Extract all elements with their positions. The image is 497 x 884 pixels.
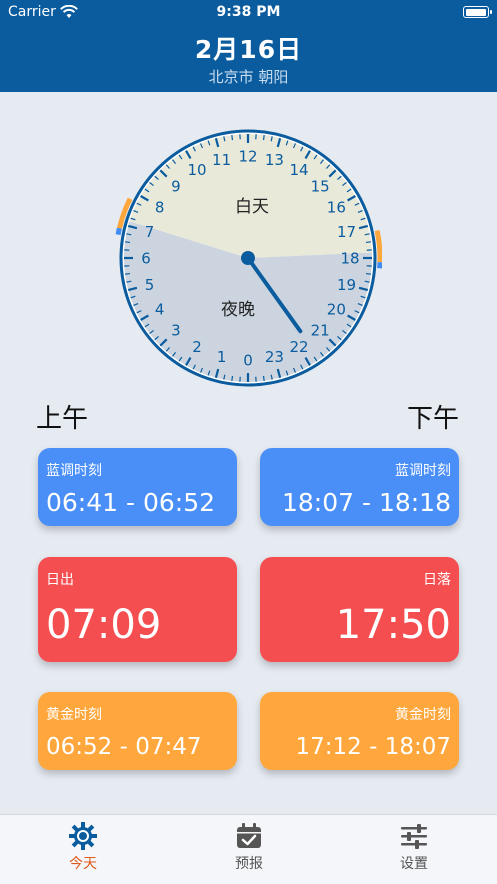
hour-number: 6 [141, 250, 151, 268]
minor-tick [125, 242, 130, 243]
golden-hour-evening-card[interactable]: 黄金时刻 17:12 - 18:07 [260, 692, 459, 770]
card-label: 日落 [423, 569, 451, 589]
blue-hour-morning-arc [118, 228, 119, 234]
battery-icon [463, 6, 489, 18]
hour-number: 19 [337, 276, 356, 294]
night-label: 夜晚 [221, 300, 255, 320]
hour-number: 9 [171, 177, 181, 195]
tab-today[interactable]: 今天 [23, 821, 143, 873]
hour-number: 23 [265, 348, 284, 366]
hour-number: 3 [171, 322, 181, 340]
hour-number: 16 [327, 199, 346, 217]
tab-settings[interactable]: 设置 [354, 821, 474, 873]
sliders-icon [399, 821, 429, 851]
hour-number: 13 [265, 151, 284, 169]
hour-number: 4 [155, 301, 165, 319]
tab-forecast[interactable]: 预报 [189, 821, 309, 873]
am-section-title: 上午 [36, 398, 88, 435]
minor-tick [125, 274, 130, 275]
hour-number: 12 [238, 148, 257, 166]
blue-hour-morning-card[interactable]: 蓝调时刻 06:41 - 06:52 [38, 448, 237, 526]
card-value: 17:12 - 18:07 [296, 734, 452, 760]
hour-number: 0 [243, 352, 253, 370]
card-label: 蓝调时刻 [46, 460, 102, 480]
card-value: 18:07 - 18:18 [282, 488, 451, 517]
card-value: 17:50 [336, 602, 451, 648]
golden-hour-evening-arc [377, 231, 380, 263]
minor-tick [264, 376, 265, 381]
hour-number: 2 [192, 338, 202, 356]
minor-tick [232, 135, 233, 140]
hour-number: 5 [145, 276, 155, 294]
card-label: 黄金时刻 [46, 704, 102, 724]
hour-number: 22 [289, 338, 308, 356]
sunset-card[interactable]: 日落 17:50 [260, 557, 459, 662]
hour-number: 21 [311, 322, 330, 340]
hour-number: 14 [289, 161, 308, 179]
hour-number: 11 [212, 151, 231, 169]
status-time: 9:38 PM [0, 4, 497, 20]
location-label[interactable]: 北京市 朝阳 [0, 66, 497, 87]
hour-number: 10 [187, 161, 206, 179]
day-night-clock: 01234567891011121314151617181920212223 白… [114, 124, 382, 392]
card-value: 07:09 [46, 602, 161, 648]
card-label: 蓝调时刻 [395, 460, 451, 480]
minor-tick [264, 135, 265, 140]
header: Carrier 9:38 PM 2月16日 北京市 朝阳 [0, 0, 497, 92]
clock-center-dot [241, 251, 255, 265]
card-value: 06:41 - 06:52 [46, 488, 215, 517]
hour-number: 7 [145, 223, 155, 241]
card-label: 黄金时刻 [395, 704, 451, 724]
tab-label: 预报 [235, 856, 263, 872]
tab-label: 今天 [69, 856, 97, 872]
tab-label: 设置 [400, 856, 428, 872]
sunrise-card[interactable]: 日出 07:09 [38, 557, 237, 662]
hour-number: 1 [217, 348, 227, 366]
tab-bar: 今天 预报 设置 [0, 814, 497, 884]
calendar-check-icon [234, 821, 264, 851]
card-label: 日出 [46, 569, 74, 589]
card-value: 06:52 - 07:47 [46, 734, 202, 760]
hour-number: 18 [340, 250, 359, 268]
pm-section-title: 下午 [407, 398, 459, 435]
day-label: 白天 [235, 197, 269, 217]
hour-number: 8 [155, 199, 165, 217]
blue-hour-evening-card[interactable]: 蓝调时刻 18:07 - 18:18 [260, 448, 459, 526]
hour-number: 17 [337, 223, 356, 241]
minor-tick [232, 376, 233, 381]
golden-hour-morning-card[interactable]: 黄金时刻 06:52 - 07:47 [38, 692, 237, 770]
minor-tick [366, 274, 371, 275]
hour-number: 15 [311, 177, 330, 195]
page-title: 2月16日 [0, 30, 497, 66]
status-bar: Carrier 9:38 PM [0, 4, 497, 24]
minor-tick [366, 242, 371, 243]
sun-icon [68, 821, 98, 851]
hour-number: 20 [327, 301, 346, 319]
